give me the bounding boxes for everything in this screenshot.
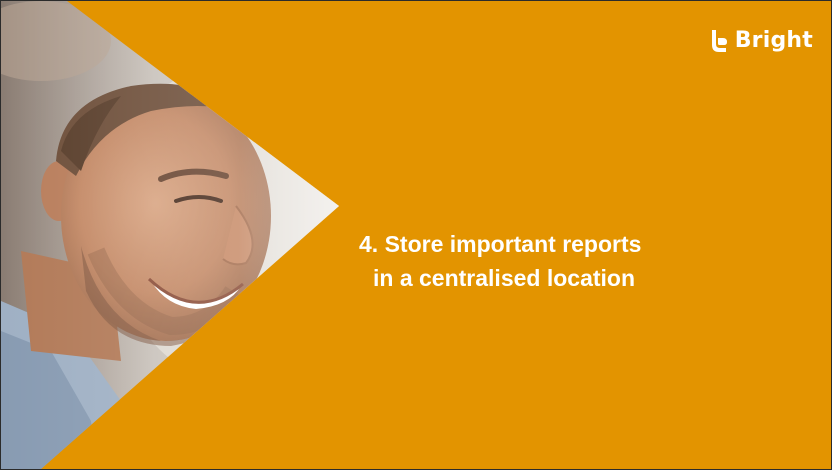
bright-logo-icon — [711, 30, 727, 52]
slide-title-line-2: in a centralised location — [373, 265, 636, 291]
brand-logo: Bright — [709, 29, 813, 53]
brand-name: Bright — [734, 28, 813, 53]
slide-title-line-1: 4. Store important reports — [359, 231, 642, 257]
slide: Bright 4. Store important reports in a c… — [0, 0, 832, 470]
slide-title: 4. Store important reports in a centrali… — [359, 227, 719, 295]
